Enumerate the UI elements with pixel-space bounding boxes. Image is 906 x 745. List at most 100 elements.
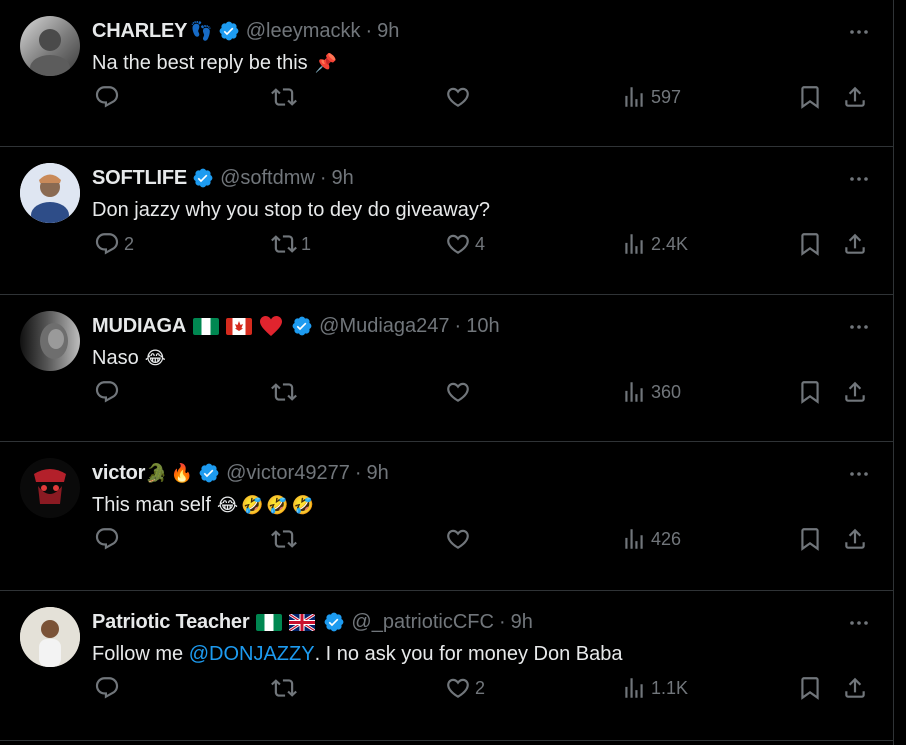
- more-options-icon[interactable]: [847, 611, 871, 635]
- reply-tweet[interactable]: SOFTLIFE @softdmw · 9h Don jazzy why you…: [0, 147, 893, 295]
- bookmark-button[interactable]: [797, 84, 823, 110]
- repost-icon: [271, 383, 297, 401]
- reply-button[interactable]: [94, 675, 124, 701]
- views-button[interactable]: 1.1K: [621, 675, 688, 701]
- timestamp[interactable]: 9h: [377, 20, 399, 43]
- bookmark-button[interactable]: [797, 526, 823, 552]
- repost-button[interactable]: [271, 379, 301, 405]
- tweet-text: This man self 😂 🤣 🤣 🤣: [92, 494, 315, 516]
- repost-button[interactable]: [271, 526, 301, 552]
- share-icon: [845, 528, 865, 549]
- uk-flag-emoji: [289, 613, 316, 631]
- heart-icon: [447, 234, 469, 254]
- avatar[interactable]: [20, 607, 80, 667]
- view-count: 1.1K: [651, 677, 689, 698]
- share-icon: [845, 381, 865, 402]
- bookmark-icon: [801, 86, 819, 109]
- share-icon: [845, 677, 865, 698]
- fire-emoji: 🔥: [170, 462, 194, 484]
- user-handle[interactable]: @Mudiaga247: [319, 315, 449, 338]
- user-handle[interactable]: @_patrioticCFC: [351, 611, 494, 634]
- display-name[interactable]: CHARLEY: [92, 20, 187, 43]
- bookmark-icon: [801, 381, 819, 404]
- bookmark-icon: [801, 528, 819, 551]
- mention-link[interactable]: @DONJAZZY: [189, 643, 315, 666]
- reply-tweet[interactable]: victor 🐊 🔥 @victor49277 · 9h This man se…: [0, 442, 893, 591]
- reply-icon: [95, 677, 119, 699]
- footprints-emoji: 👣: [190, 20, 213, 42]
- repost-button[interactable]: 1: [271, 231, 311, 257]
- display-name[interactable]: SOFTLIFE: [92, 167, 187, 190]
- view-count: 360: [651, 381, 682, 402]
- views-button[interactable]: 426: [621, 526, 681, 552]
- timestamp[interactable]: 9h: [366, 462, 388, 485]
- like-button[interactable]: [445, 526, 475, 552]
- share-button[interactable]: [842, 379, 868, 405]
- view-count: 426: [651, 528, 682, 549]
- tweet-text: Naso 😂: [92, 347, 166, 369]
- display-name[interactable]: Patriotic Teacher: [92, 611, 250, 634]
- reply-tweet[interactable]: MUDIAGA @Mudiaga247 · 10h Naso 😂 360: [0, 295, 893, 442]
- avatar[interactable]: [20, 311, 80, 371]
- views-button[interactable]: 597: [621, 84, 681, 110]
- timestamp[interactable]: 9h: [511, 611, 533, 634]
- verified-badge-icon: [292, 316, 312, 336]
- share-button[interactable]: [842, 526, 868, 552]
- timestamp[interactable]: 10h: [466, 315, 499, 338]
- views-icon: [625, 529, 643, 549]
- repost-icon: [271, 679, 297, 697]
- reply-button[interactable]: [94, 526, 124, 552]
- bookmark-button[interactable]: [797, 675, 823, 701]
- heart-icon: [447, 87, 469, 107]
- views-button[interactable]: 2.4K: [621, 231, 688, 257]
- tweet-text: Follow me @DONJAZZY. I no ask you for mo…: [92, 643, 623, 666]
- more-options-icon[interactable]: [847, 462, 871, 486]
- share-button[interactable]: [842, 84, 868, 110]
- avatar[interactable]: [20, 163, 80, 223]
- timestamp[interactable]: 9h: [332, 167, 354, 190]
- more-options-icon[interactable]: [847, 167, 871, 191]
- share-button[interactable]: [842, 231, 868, 257]
- repost-icon: [271, 530, 297, 548]
- views-icon: [625, 87, 643, 107]
- repost-count: 1: [301, 233, 312, 254]
- reply-button[interactable]: [94, 84, 124, 110]
- user-handle[interactable]: @leeymackk: [246, 20, 361, 43]
- reply-tweet[interactable]: CHARLEY 👣 @leeymackk · 9h Na the best re…: [0, 0, 893, 147]
- avatar[interactable]: [20, 458, 80, 518]
- reply-tweet[interactable]: Patriotic Teacher @_patrioticCFC · 9h Fo…: [0, 591, 893, 741]
- repost-button[interactable]: [271, 84, 301, 110]
- avatar[interactable]: [20, 16, 80, 76]
- more-options-icon[interactable]: [847, 315, 871, 339]
- like-button[interactable]: [445, 379, 475, 405]
- share-button[interactable]: [842, 675, 868, 701]
- views-button[interactable]: 360: [621, 379, 681, 405]
- verified-badge-icon: [199, 463, 219, 483]
- display-name[interactable]: MUDIAGA: [92, 315, 186, 338]
- display-name[interactable]: victor: [92, 462, 145, 485]
- user-handle[interactable]: @softdmw: [220, 167, 315, 190]
- like-button[interactable]: 4: [445, 231, 485, 257]
- like-button[interactable]: 2: [445, 675, 485, 701]
- bookmark-button[interactable]: [797, 379, 823, 405]
- rofl-emoji: 🤣: [266, 495, 289, 516]
- like-button[interactable]: [445, 84, 475, 110]
- views-icon: [625, 678, 643, 698]
- reply-icon: [95, 86, 119, 108]
- share-icon: [845, 86, 865, 107]
- bookmark-button[interactable]: [797, 231, 823, 257]
- nigeria-flag-emoji: [256, 613, 283, 631]
- repost-button[interactable]: [271, 675, 301, 701]
- reply-icon: [95, 528, 119, 550]
- verified-badge-icon: [219, 21, 239, 41]
- reply-feed: CHARLEY 👣 @leeymackk · 9h Na the best re…: [0, 0, 894, 745]
- reply-button[interactable]: [94, 379, 124, 405]
- reply-button[interactable]: 2: [94, 231, 134, 257]
- heart-icon: [447, 382, 469, 402]
- user-handle[interactable]: @victor49277: [226, 462, 350, 485]
- view-count: 2.4K: [651, 233, 689, 254]
- verified-badge-icon: [325, 612, 344, 632]
- more-options-icon[interactable]: [847, 20, 871, 44]
- share-icon: [845, 233, 865, 254]
- like-count: 2: [475, 677, 486, 698]
